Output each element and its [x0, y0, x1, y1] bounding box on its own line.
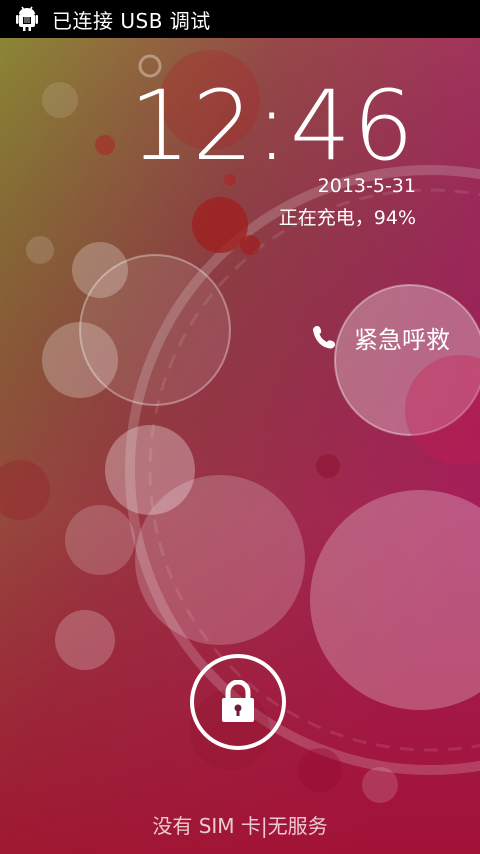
status-bar: 已连接 USB 调试	[0, 0, 480, 38]
lock-screen: 已连接 USB 调试 12:46 2013-5-31 正在充电，94% 紧急呼救…	[0, 0, 480, 854]
charging-status: 正在充电，94%	[278, 207, 416, 229]
date-text: 2013-5-31	[317, 175, 416, 197]
status-bar-notification-text: 已连接 USB 调试	[52, 8, 211, 33]
usb-debug-android-icon	[16, 6, 38, 31]
emergency-call-button[interactable]: 紧急呼救	[310, 320, 450, 355]
unlock-handle[interactable]	[190, 654, 286, 750]
emergency-call-label: 紧急呼救	[354, 326, 450, 354]
phone-icon	[313, 325, 335, 348]
clock-time: 12:46	[129, 70, 416, 182]
lock-icon	[222, 680, 254, 722]
carrier-status: 没有 SIM 卡|无服务	[152, 814, 328, 838]
